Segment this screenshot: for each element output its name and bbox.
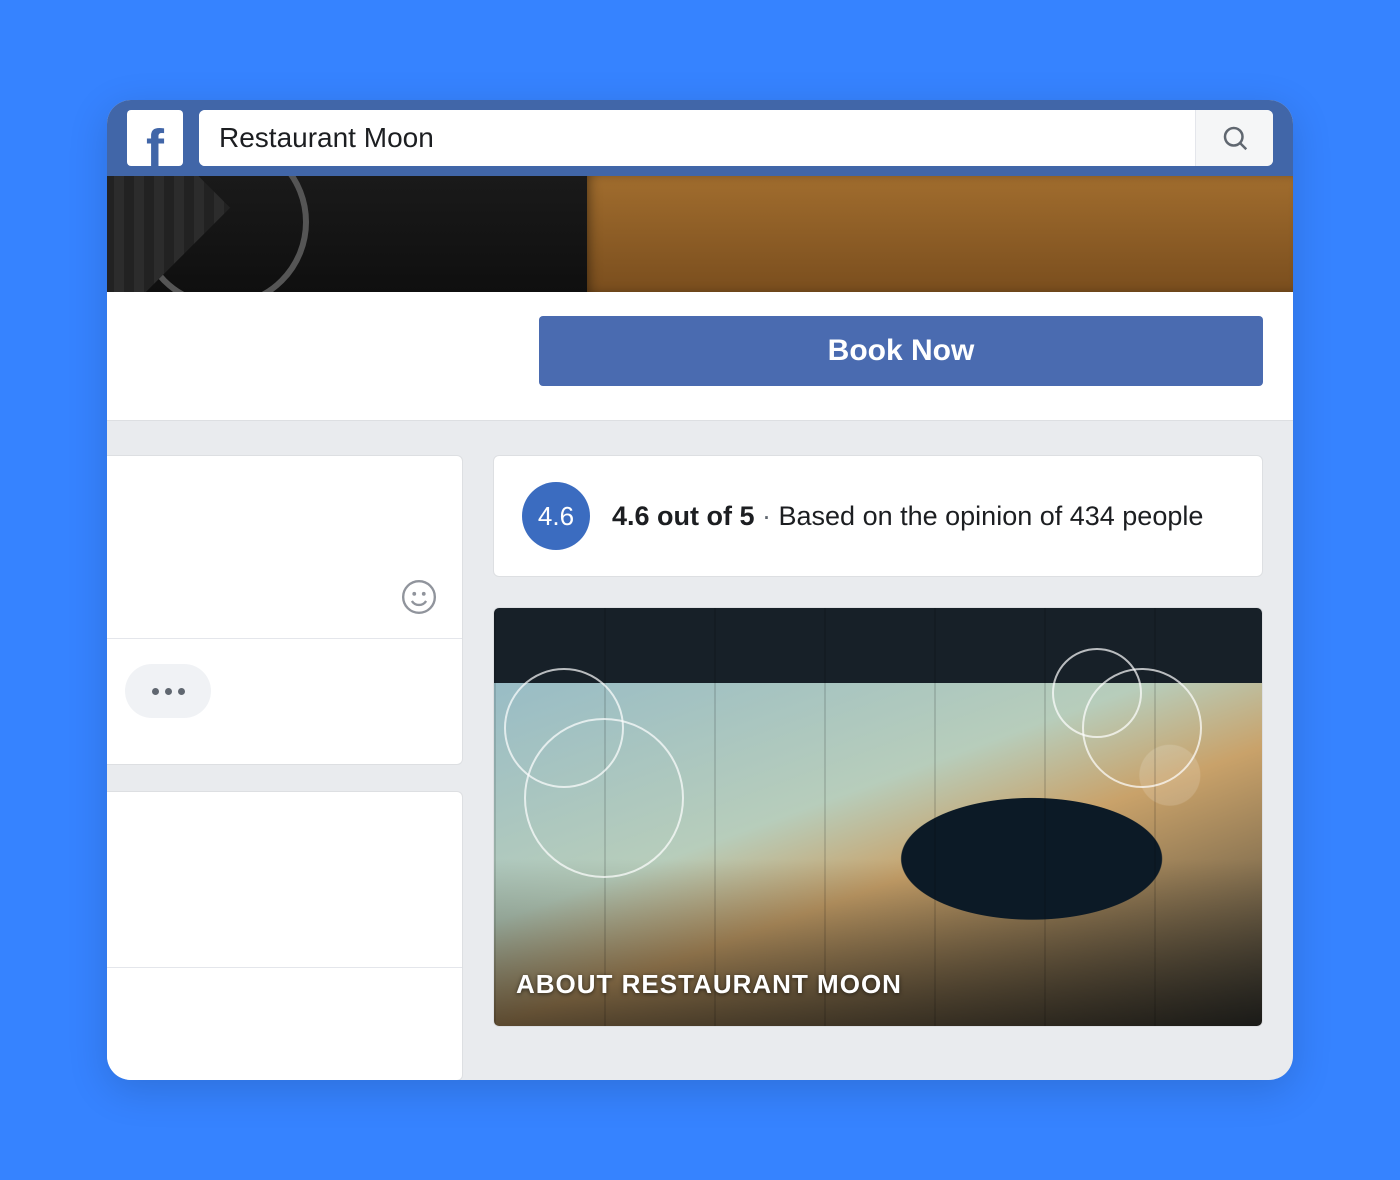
more-button[interactable]	[125, 664, 211, 718]
cover-photo	[107, 176, 1293, 292]
rating-card: 4.6 4.6 out of 5 · Based on the opinion …	[493, 455, 1263, 577]
topbar: f	[107, 100, 1293, 176]
about-card[interactable]: ABOUT RESTAURANT MOON	[493, 607, 1263, 1027]
divider	[107, 967, 462, 968]
rating-separator: ·	[755, 501, 779, 531]
search-button[interactable]	[1195, 110, 1273, 166]
divider	[107, 638, 462, 639]
search-icon	[1220, 123, 1250, 153]
content-columns: 4.6 4.6 out of 5 · Based on the opinion …	[107, 421, 1293, 1080]
book-now-button[interactable]: Book Now	[539, 316, 1263, 386]
rating-basis: Based on the opinion of 434 people	[779, 501, 1204, 531]
rating-score: 4.6 out of 5	[612, 501, 755, 531]
browser-window: f Book Now	[107, 100, 1293, 1080]
about-label: ABOUT RESTAURANT MOON	[516, 969, 902, 1000]
rating-text: 4.6 out of 5 · Based on the opinion of 4…	[612, 498, 1203, 534]
search-input[interactable]	[199, 110, 1195, 166]
decor-circle	[1052, 648, 1142, 738]
left-card-bottom	[107, 791, 463, 1080]
cover-right	[587, 176, 1293, 292]
search-wrap	[199, 110, 1273, 166]
smiley-icon[interactable]	[400, 578, 438, 616]
left-card-top	[107, 455, 463, 765]
cover-left	[107, 176, 587, 292]
left-column	[107, 455, 463, 1080]
action-row: Book Now	[107, 292, 1293, 421]
rating-badge: 4.6	[522, 482, 590, 550]
facebook-logo[interactable]: f	[127, 110, 183, 166]
decor-circle	[504, 668, 624, 788]
right-column: 4.6 4.6 out of 5 · Based on the opinion …	[493, 455, 1263, 1080]
